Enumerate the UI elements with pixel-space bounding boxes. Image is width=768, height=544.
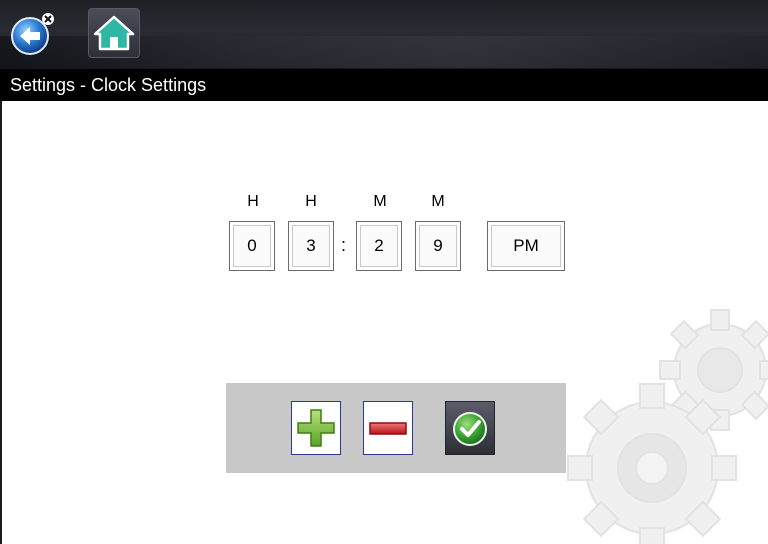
back-arrow-icon xyxy=(11,13,54,55)
home-button[interactable] xyxy=(88,8,140,58)
hour-tens-field[interactable]: 0 xyxy=(229,221,275,271)
title-bar: Settings - Clock Settings xyxy=(0,69,768,101)
time-separator: : xyxy=(341,235,347,255)
minute-tens-label: M xyxy=(373,193,387,210)
back-button[interactable] xyxy=(8,10,56,58)
home-icon xyxy=(93,15,135,51)
decrease-button[interactable] xyxy=(363,401,413,455)
minute-ones-field[interactable]: 9 xyxy=(415,221,461,271)
checkmark-icon xyxy=(453,412,487,446)
page-title: Settings - Clock Settings xyxy=(10,75,207,95)
minus-icon xyxy=(369,422,407,435)
minute-tens-field[interactable]: 2 xyxy=(356,221,402,271)
top-toolbar xyxy=(0,0,768,69)
hour-tens-label: H xyxy=(247,193,259,210)
am-pm-field[interactable]: PM xyxy=(487,221,565,271)
plus-icon xyxy=(297,409,335,447)
hour-ones-label: H xyxy=(305,193,317,210)
hour-ones-field[interactable]: 3 xyxy=(288,221,334,271)
increase-button[interactable] xyxy=(291,401,341,455)
confirm-button[interactable] xyxy=(445,401,495,455)
content-border xyxy=(0,101,2,544)
minute-ones-label: M xyxy=(431,193,445,210)
gears-watermark-icon xyxy=(567,309,768,544)
